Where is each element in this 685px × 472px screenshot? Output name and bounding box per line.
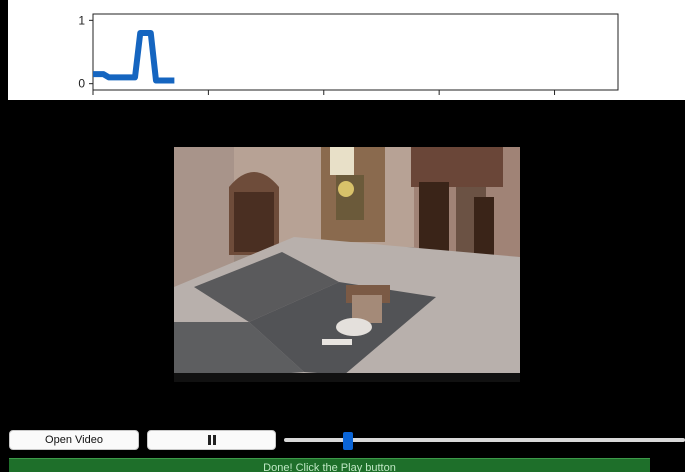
pause-icon bbox=[207, 435, 216, 445]
status-bar: Done! Click the Play button bbox=[9, 458, 650, 472]
slider-handle[interactable] bbox=[343, 432, 354, 450]
pause-button[interactable] bbox=[147, 430, 276, 450]
open-video-button[interactable]: Open Video bbox=[9, 430, 139, 450]
y-tick-label: 0 bbox=[78, 77, 85, 91]
video-scene-image bbox=[174, 147, 520, 382]
open-video-label: Open Video bbox=[45, 434, 103, 446]
video-position-slider[interactable] bbox=[284, 432, 685, 450]
signal-plot-svg: 01 bbox=[78, 13, 619, 95]
video-frame bbox=[174, 147, 520, 382]
signal-line bbox=[93, 30, 175, 84]
signal-plot: 01 bbox=[8, 0, 685, 100]
y-tick-label: 1 bbox=[78, 13, 85, 27]
status-message: Done! Click the Play button bbox=[263, 462, 396, 472]
app-window: 01 Open Video Done! Click the Play butto… bbox=[0, 0, 685, 472]
